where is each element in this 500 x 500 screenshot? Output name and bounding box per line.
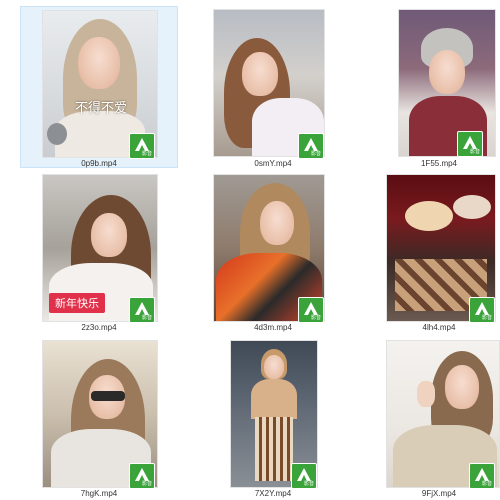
file-name[interactable]: 9FjX.mp4 — [361, 489, 500, 498]
video-player-app-icon: 影音 — [129, 297, 155, 323]
video-player-app-icon: 影音 — [469, 463, 495, 489]
file-name[interactable]: 4lh4.mp4 — [361, 323, 500, 332]
video-player-app-icon: 影音 — [469, 297, 495, 323]
video-caption: 不得不爱 — [75, 101, 128, 116]
video-player-app-icon: 影音 — [129, 463, 155, 489]
file-tile-0smY[interactable]: 影音 0smY.mp4 — [194, 6, 352, 168]
file-tile-4lh4[interactable]: 影音 4lh4.mp4 — [360, 170, 500, 332]
file-grid: 不得不爱 影音 0p9b.mp4 影音 0smY.mp4 影音 1F55.mp4… — [0, 0, 500, 500]
file-tile-9FjX[interactable]: 影音 9FjX.mp4 — [360, 336, 500, 498]
file-name[interactable]: 7X2Y.mp4 — [195, 489, 351, 498]
video-player-app-icon: 影音 — [129, 133, 155, 159]
video-player-app-icon: 影音 — [457, 131, 483, 157]
video-player-app-icon: 影音 — [298, 297, 324, 323]
file-tile-2z3o[interactable]: 新年快乐 影音 2z3o.mp4 — [20, 170, 178, 332]
file-tile-7X2Y[interactable]: 影音 7X2Y.mp4 — [194, 336, 352, 498]
file-name[interactable]: 7hgK.mp4 — [21, 489, 177, 498]
file-name[interactable]: 1F55.mp4 — [361, 159, 500, 168]
file-tile-0p9b[interactable]: 不得不爱 影音 0p9b.mp4 — [20, 6, 178, 168]
file-tile-7hgK[interactable]: 影音 7hgK.mp4 — [20, 336, 178, 498]
file-name[interactable]: 2z3o.mp4 — [21, 323, 177, 332]
video-player-app-icon: 影音 — [291, 463, 317, 489]
file-name[interactable]: 0p9b.mp4 — [21, 159, 177, 168]
file-name[interactable]: 0smY.mp4 — [195, 159, 351, 168]
new-year-banner: 新年快乐 — [49, 293, 105, 313]
file-tile-1F55[interactable]: 影音 1F55.mp4 — [360, 6, 500, 168]
file-name[interactable]: 4d3m.mp4 — [195, 323, 351, 332]
file-tile-4d3m[interactable]: 影音 4d3m.mp4 — [194, 170, 352, 332]
video-player-app-icon: 影音 — [298, 133, 324, 159]
